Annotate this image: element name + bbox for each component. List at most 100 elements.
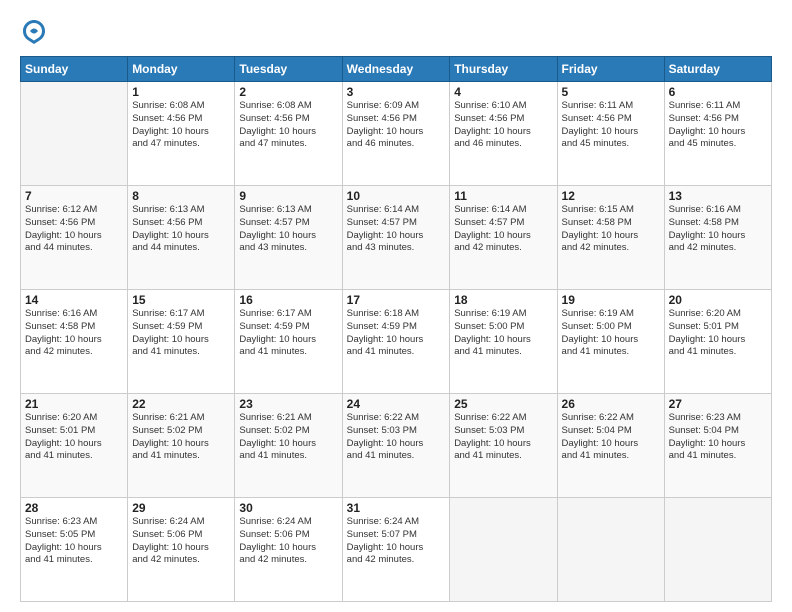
day-info: Sunrise: 6:24 AM Sunset: 5:07 PM Dayligh…	[347, 516, 446, 567]
day-info: Sunrise: 6:22 AM Sunset: 5:04 PM Dayligh…	[562, 412, 660, 463]
calendar-cell: 20Sunrise: 6:20 AM Sunset: 5:01 PM Dayli…	[664, 290, 771, 394]
day-number: 10	[347, 189, 446, 203]
day-info: Sunrise: 6:23 AM Sunset: 5:04 PM Dayligh…	[669, 412, 767, 463]
day-number: 31	[347, 501, 446, 515]
day-number: 28	[25, 501, 123, 515]
calendar-cell: 4Sunrise: 6:10 AM Sunset: 4:56 PM Daylig…	[450, 82, 557, 186]
day-info: Sunrise: 6:11 AM Sunset: 4:56 PM Dayligh…	[562, 100, 660, 151]
day-info: Sunrise: 6:12 AM Sunset: 4:56 PM Dayligh…	[25, 204, 123, 255]
day-info: Sunrise: 6:17 AM Sunset: 4:59 PM Dayligh…	[239, 308, 337, 359]
calendar-cell: 26Sunrise: 6:22 AM Sunset: 5:04 PM Dayli…	[557, 394, 664, 498]
day-info: Sunrise: 6:14 AM Sunset: 4:57 PM Dayligh…	[347, 204, 446, 255]
calendar-week-row: 28Sunrise: 6:23 AM Sunset: 5:05 PM Dayli…	[21, 498, 772, 602]
day-number: 25	[454, 397, 552, 411]
day-info: Sunrise: 6:08 AM Sunset: 4:56 PM Dayligh…	[132, 100, 230, 151]
day-info: Sunrise: 6:11 AM Sunset: 4:56 PM Dayligh…	[669, 100, 767, 151]
day-number: 24	[347, 397, 446, 411]
day-info: Sunrise: 6:24 AM Sunset: 5:06 PM Dayligh…	[132, 516, 230, 567]
calendar-cell: 27Sunrise: 6:23 AM Sunset: 5:04 PM Dayli…	[664, 394, 771, 498]
calendar-cell: 18Sunrise: 6:19 AM Sunset: 5:00 PM Dayli…	[450, 290, 557, 394]
day-info: Sunrise: 6:09 AM Sunset: 4:56 PM Dayligh…	[347, 100, 446, 151]
calendar-week-row: 1Sunrise: 6:08 AM Sunset: 4:56 PM Daylig…	[21, 82, 772, 186]
calendar-week-row: 14Sunrise: 6:16 AM Sunset: 4:58 PM Dayli…	[21, 290, 772, 394]
calendar-cell: 30Sunrise: 6:24 AM Sunset: 5:06 PM Dayli…	[235, 498, 342, 602]
calendar-cell: 7Sunrise: 6:12 AM Sunset: 4:56 PM Daylig…	[21, 186, 128, 290]
day-number: 16	[239, 293, 337, 307]
calendar-cell: 12Sunrise: 6:15 AM Sunset: 4:58 PM Dayli…	[557, 186, 664, 290]
page: SundayMondayTuesdayWednesdayThursdayFrid…	[0, 0, 792, 612]
day-number: 2	[239, 85, 337, 99]
calendar-cell: 8Sunrise: 6:13 AM Sunset: 4:56 PM Daylig…	[128, 186, 235, 290]
day-info: Sunrise: 6:18 AM Sunset: 4:59 PM Dayligh…	[347, 308, 446, 359]
day-number: 13	[669, 189, 767, 203]
day-number: 23	[239, 397, 337, 411]
day-number: 26	[562, 397, 660, 411]
calendar-cell	[557, 498, 664, 602]
day-number: 8	[132, 189, 230, 203]
calendar-cell: 28Sunrise: 6:23 AM Sunset: 5:05 PM Dayli…	[21, 498, 128, 602]
calendar-cell: 16Sunrise: 6:17 AM Sunset: 4:59 PM Dayli…	[235, 290, 342, 394]
day-number: 20	[669, 293, 767, 307]
day-number: 1	[132, 85, 230, 99]
day-info: Sunrise: 6:20 AM Sunset: 5:01 PM Dayligh…	[25, 412, 123, 463]
day-info: Sunrise: 6:19 AM Sunset: 5:00 PM Dayligh…	[562, 308, 660, 359]
day-number: 22	[132, 397, 230, 411]
day-info: Sunrise: 6:13 AM Sunset: 4:56 PM Dayligh…	[132, 204, 230, 255]
calendar-cell: 1Sunrise: 6:08 AM Sunset: 4:56 PM Daylig…	[128, 82, 235, 186]
day-number: 4	[454, 85, 552, 99]
calendar-week-row: 7Sunrise: 6:12 AM Sunset: 4:56 PM Daylig…	[21, 186, 772, 290]
day-number: 3	[347, 85, 446, 99]
calendar-cell	[21, 82, 128, 186]
day-info: Sunrise: 6:19 AM Sunset: 5:00 PM Dayligh…	[454, 308, 552, 359]
calendar-cell: 31Sunrise: 6:24 AM Sunset: 5:07 PM Dayli…	[342, 498, 450, 602]
calendar: SundayMondayTuesdayWednesdayThursdayFrid…	[20, 56, 772, 602]
calendar-cell: 15Sunrise: 6:17 AM Sunset: 4:59 PM Dayli…	[128, 290, 235, 394]
calendar-cell: 10Sunrise: 6:14 AM Sunset: 4:57 PM Dayli…	[342, 186, 450, 290]
weekday-header-friday: Friday	[557, 57, 664, 82]
day-info: Sunrise: 6:16 AM Sunset: 4:58 PM Dayligh…	[669, 204, 767, 255]
weekday-header-sunday: Sunday	[21, 57, 128, 82]
logo	[20, 18, 52, 46]
day-number: 29	[132, 501, 230, 515]
calendar-cell: 23Sunrise: 6:21 AM Sunset: 5:02 PM Dayli…	[235, 394, 342, 498]
weekday-header-wednesday: Wednesday	[342, 57, 450, 82]
calendar-cell: 17Sunrise: 6:18 AM Sunset: 4:59 PM Dayli…	[342, 290, 450, 394]
calendar-cell	[664, 498, 771, 602]
day-number: 15	[132, 293, 230, 307]
weekday-header-thursday: Thursday	[450, 57, 557, 82]
calendar-cell	[450, 498, 557, 602]
day-info: Sunrise: 6:13 AM Sunset: 4:57 PM Dayligh…	[239, 204, 337, 255]
day-number: 12	[562, 189, 660, 203]
day-number: 14	[25, 293, 123, 307]
calendar-cell: 13Sunrise: 6:16 AM Sunset: 4:58 PM Dayli…	[664, 186, 771, 290]
weekday-header-saturday: Saturday	[664, 57, 771, 82]
day-number: 27	[669, 397, 767, 411]
day-number: 30	[239, 501, 337, 515]
day-info: Sunrise: 6:22 AM Sunset: 5:03 PM Dayligh…	[454, 412, 552, 463]
calendar-cell: 2Sunrise: 6:08 AM Sunset: 4:56 PM Daylig…	[235, 82, 342, 186]
day-info: Sunrise: 6:16 AM Sunset: 4:58 PM Dayligh…	[25, 308, 123, 359]
logo-icon	[20, 18, 48, 46]
day-number: 7	[25, 189, 123, 203]
calendar-week-row: 21Sunrise: 6:20 AM Sunset: 5:01 PM Dayli…	[21, 394, 772, 498]
day-info: Sunrise: 6:20 AM Sunset: 5:01 PM Dayligh…	[669, 308, 767, 359]
header	[20, 18, 772, 46]
calendar-cell: 19Sunrise: 6:19 AM Sunset: 5:00 PM Dayli…	[557, 290, 664, 394]
day-number: 11	[454, 189, 552, 203]
calendar-cell: 25Sunrise: 6:22 AM Sunset: 5:03 PM Dayli…	[450, 394, 557, 498]
day-info: Sunrise: 6:15 AM Sunset: 4:58 PM Dayligh…	[562, 204, 660, 255]
day-info: Sunrise: 6:22 AM Sunset: 5:03 PM Dayligh…	[347, 412, 446, 463]
calendar-cell: 11Sunrise: 6:14 AM Sunset: 4:57 PM Dayli…	[450, 186, 557, 290]
weekday-header-tuesday: Tuesday	[235, 57, 342, 82]
weekday-header-monday: Monday	[128, 57, 235, 82]
day-number: 9	[239, 189, 337, 203]
day-info: Sunrise: 6:21 AM Sunset: 5:02 PM Dayligh…	[132, 412, 230, 463]
weekday-header-row: SundayMondayTuesdayWednesdayThursdayFrid…	[21, 57, 772, 82]
day-info: Sunrise: 6:10 AM Sunset: 4:56 PM Dayligh…	[454, 100, 552, 151]
calendar-cell: 6Sunrise: 6:11 AM Sunset: 4:56 PM Daylig…	[664, 82, 771, 186]
day-number: 17	[347, 293, 446, 307]
calendar-cell: 5Sunrise: 6:11 AM Sunset: 4:56 PM Daylig…	[557, 82, 664, 186]
day-number: 19	[562, 293, 660, 307]
calendar-cell: 24Sunrise: 6:22 AM Sunset: 5:03 PM Dayli…	[342, 394, 450, 498]
day-info: Sunrise: 6:21 AM Sunset: 5:02 PM Dayligh…	[239, 412, 337, 463]
